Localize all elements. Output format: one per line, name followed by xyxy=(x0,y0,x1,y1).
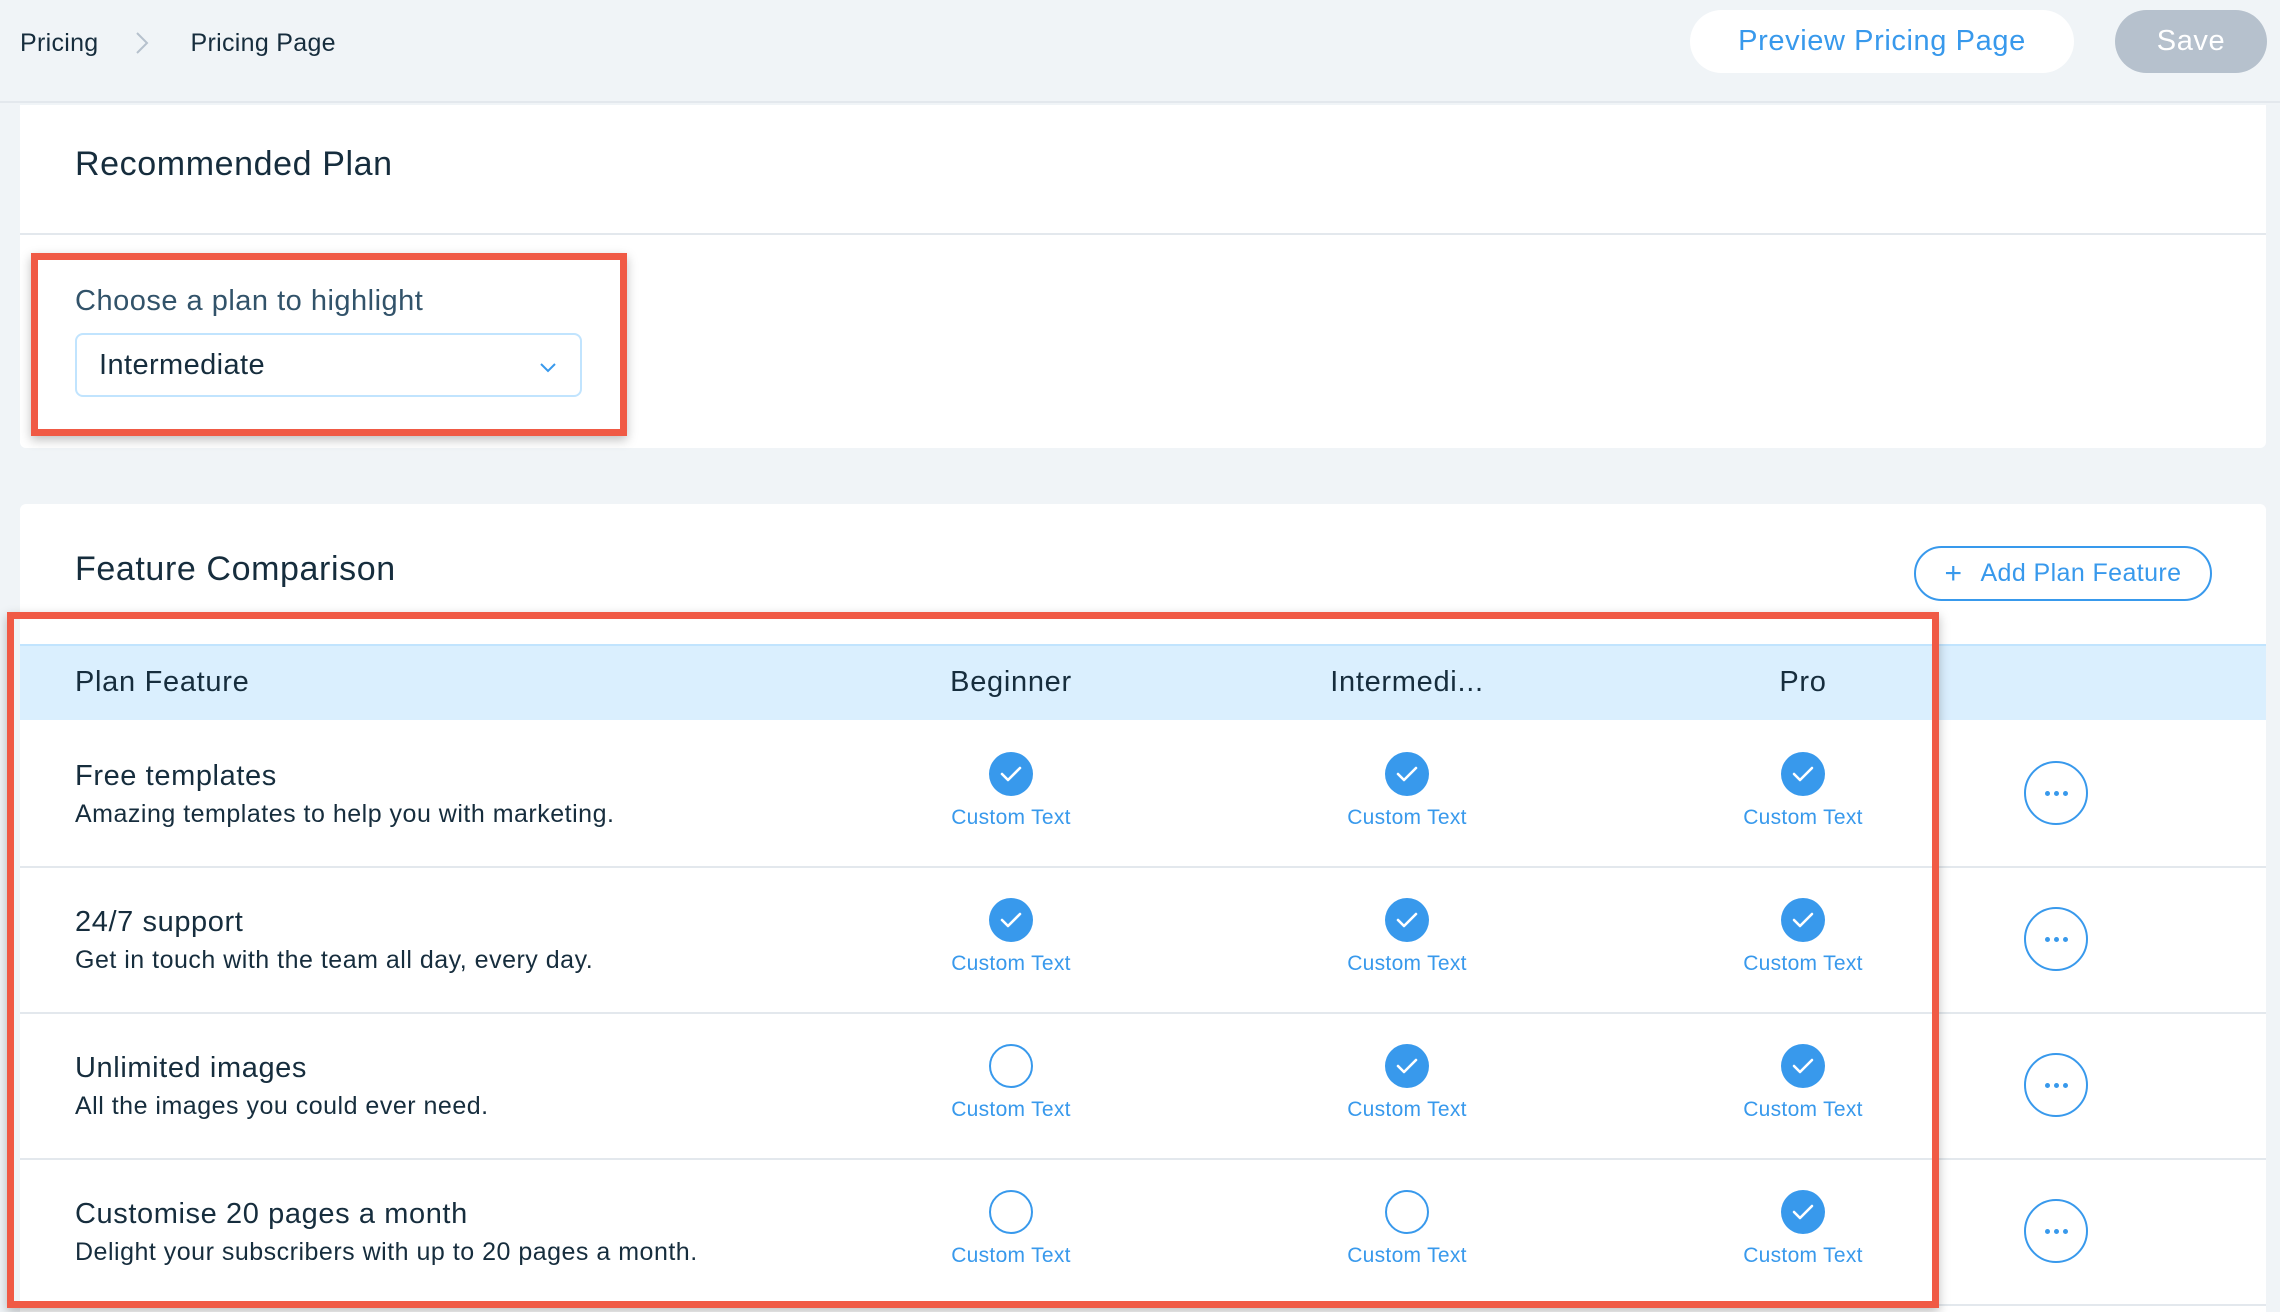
plan-cell: Custom Text xyxy=(1277,898,1537,988)
plan-highlight-dropdown[interactable]: Intermediate xyxy=(75,333,582,397)
plan-cell: Custom Text xyxy=(881,1190,1141,1280)
plan-cell: Custom Text xyxy=(881,1044,1141,1134)
more-icon xyxy=(2044,790,2068,796)
table-row: Unlimited images All the images you could… xyxy=(20,1014,2266,1160)
column-header-pro: Pro xyxy=(1779,666,1827,698)
top-bar: Pricing Pricing Page Preview Pricing Pag… xyxy=(0,0,2280,103)
custom-text-link[interactable]: Custom Text xyxy=(1673,952,1933,976)
chevron-right-icon xyxy=(125,26,159,60)
plan-cell: Custom Text xyxy=(881,752,1141,842)
feature-comparison-title: Feature Comparison xyxy=(75,550,396,588)
feature-description: All the images you could ever need. xyxy=(75,1092,489,1120)
checked-checkbox[interactable] xyxy=(1781,752,1825,796)
plan-cell: Custom Text xyxy=(881,898,1141,988)
column-header-intermediate: Intermedi... xyxy=(1330,666,1484,698)
custom-text-link[interactable]: Custom Text xyxy=(1673,1244,1933,1268)
breadcrumb: Pricing Pricing Page xyxy=(20,26,336,60)
table-row: 24/7 support Get in touch with the team a… xyxy=(20,868,2266,1014)
dropdown-selected-value: Intermediate xyxy=(99,349,265,381)
table-row: Free templates Amazing templates to help … xyxy=(20,722,2266,868)
plan-cell: Custom Text xyxy=(1673,1190,1933,1280)
table-row: Customise 20 pages a month Delight your s… xyxy=(20,1160,2266,1306)
save-button[interactable]: Save xyxy=(2115,10,2267,73)
divider xyxy=(20,233,2266,235)
checked-checkbox[interactable] xyxy=(989,898,1033,942)
plan-cell: Custom Text xyxy=(1277,1044,1537,1134)
custom-text-link[interactable]: Custom Text xyxy=(1277,1244,1537,1268)
choose-plan-label: Choose a plan to highlight xyxy=(75,285,424,317)
feature-description: Get in touch with the team all day, ever… xyxy=(75,946,594,974)
feature-title: Unlimited images xyxy=(75,1052,308,1084)
column-header-beginner: Beginner xyxy=(950,666,1072,698)
custom-text-link[interactable]: Custom Text xyxy=(881,1098,1141,1122)
more-icon xyxy=(2044,1082,2068,1088)
feature-title: Customise 20 pages a month xyxy=(75,1198,468,1230)
custom-text-link[interactable]: Custom Text xyxy=(881,1244,1141,1268)
breadcrumb-pricing[interactable]: Pricing xyxy=(20,29,99,58)
plan-cell: Custom Text xyxy=(1673,752,1933,842)
more-icon xyxy=(2044,1228,2068,1234)
column-header-plan-feature: Plan Feature xyxy=(75,666,250,698)
unchecked-checkbox[interactable] xyxy=(1385,1190,1429,1234)
feature-title: Free templates xyxy=(75,760,277,792)
custom-text-link[interactable]: Custom Text xyxy=(1277,1098,1537,1122)
plan-cell: Custom Text xyxy=(1673,898,1933,988)
plan-cell: Custom Text xyxy=(1277,1190,1537,1280)
plan-cell: Custom Text xyxy=(1277,752,1537,842)
recommended-plan-card: Recommended Plan Choose a plan to highli… xyxy=(20,105,2266,448)
checked-checkbox[interactable] xyxy=(1385,752,1429,796)
more-actions-button[interactable] xyxy=(2024,907,2088,971)
checked-checkbox[interactable] xyxy=(989,752,1033,796)
add-plan-feature-label: Add Plan Feature xyxy=(1980,559,2182,587)
custom-text-link[interactable]: Custom Text xyxy=(1277,806,1537,830)
plan-cell: Custom Text xyxy=(1673,1044,1933,1134)
recommended-plan-title: Recommended Plan xyxy=(75,145,393,183)
breadcrumb-pricing-page: Pricing Page xyxy=(190,28,336,57)
custom-text-link[interactable]: Custom Text xyxy=(1673,806,1933,830)
custom-text-link[interactable]: Custom Text xyxy=(881,806,1141,830)
feature-title: 24/7 support xyxy=(75,906,244,938)
more-icon xyxy=(2044,936,2068,942)
plus-icon: + xyxy=(1944,556,1963,590)
custom-text-link[interactable]: Custom Text xyxy=(881,952,1141,976)
feature-description: Amazing templates to help you with marke… xyxy=(75,800,615,828)
chevron-down-icon xyxy=(536,355,560,379)
more-actions-button[interactable] xyxy=(2024,1053,2088,1117)
more-actions-button[interactable] xyxy=(2024,1199,2088,1263)
custom-text-link[interactable]: Custom Text xyxy=(1277,952,1537,976)
checked-checkbox[interactable] xyxy=(1385,1044,1429,1088)
checked-checkbox[interactable] xyxy=(1781,1044,1825,1088)
table-header-row: Plan Feature Beginner Intermedi... Pro xyxy=(20,644,2266,720)
checked-checkbox[interactable] xyxy=(1781,1190,1825,1234)
unchecked-checkbox[interactable] xyxy=(989,1044,1033,1088)
custom-text-link[interactable]: Custom Text xyxy=(1673,1098,1933,1122)
unchecked-checkbox[interactable] xyxy=(989,1190,1033,1234)
add-plan-feature-button[interactable]: + Add Plan Feature xyxy=(1914,546,2212,601)
checked-checkbox[interactable] xyxy=(1781,898,1825,942)
feature-description: Delight your subscribers with up to 20 p… xyxy=(75,1238,698,1266)
checked-checkbox[interactable] xyxy=(1385,898,1429,942)
preview-pricing-page-button[interactable]: Preview Pricing Page xyxy=(1690,10,2074,73)
feature-comparison-card: Feature Comparison + Add Plan Feature Pl… xyxy=(20,504,2266,1312)
more-actions-button[interactable] xyxy=(2024,761,2088,825)
